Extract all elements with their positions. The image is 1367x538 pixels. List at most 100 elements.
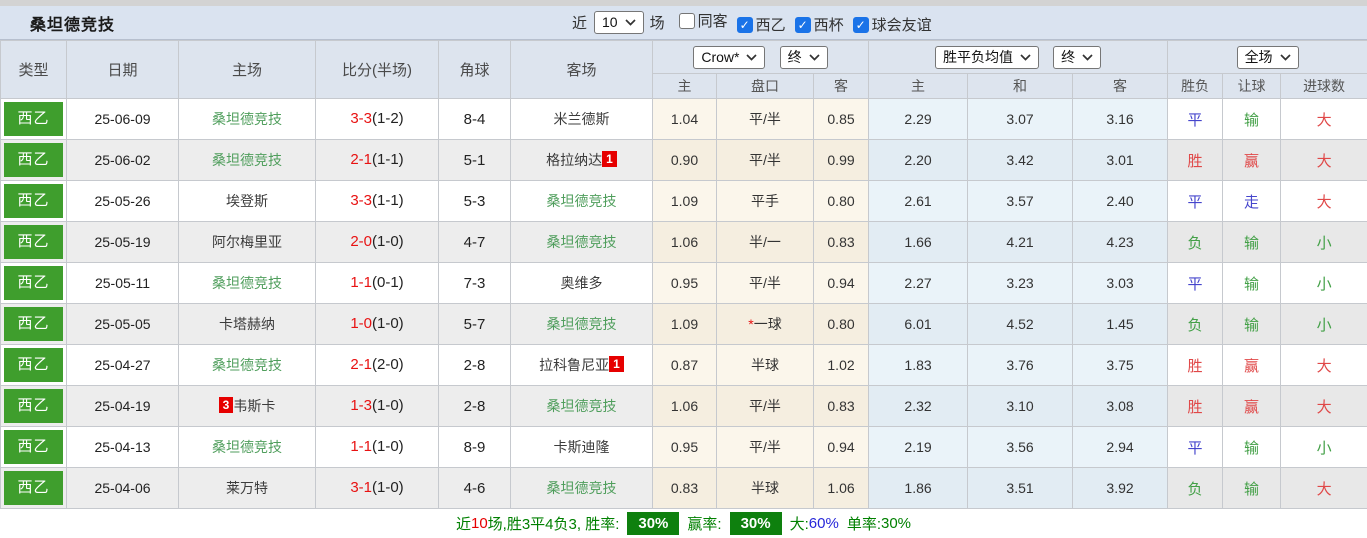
halftime-score: (1-0): [372, 438, 404, 455]
league-cell: 西乙: [0, 467, 67, 509]
home-team-name[interactable]: 莱万特: [226, 480, 268, 496]
recent-count-select[interactable]: 10: [594, 11, 644, 34]
halftime-score: (1-0): [372, 479, 404, 496]
recent-label: 近: [572, 15, 588, 32]
home-team-name[interactable]: 卡塔赫纳: [219, 316, 275, 332]
date-cell: 25-04-27: [66, 344, 179, 386]
matches-label: 场: [649, 15, 665, 32]
odds-away-cell: 0.99: [812, 139, 870, 181]
league-badge: 西乙: [4, 348, 63, 382]
filter-checkbox-同客[interactable]: 同客: [678, 10, 728, 31]
avg-draw-cell: 3.56: [967, 426, 1074, 468]
odds-company-group-header: Crow* 终: [651, 40, 870, 74]
handicap-cell: 平/半: [716, 139, 814, 181]
handicap-value: 平/半: [749, 275, 781, 291]
page-title: 桑坦德竞技: [30, 16, 116, 34]
away-team-name[interactable]: 拉科鲁尼亚: [539, 357, 609, 373]
halftime-score: (1-0): [372, 233, 404, 250]
col-header-type: 类型: [0, 40, 67, 99]
odds-company-value: Crow*: [701, 48, 740, 65]
league-badge: 西乙: [4, 430, 63, 464]
score-cell: 3-3(1-1): [315, 180, 439, 222]
league-badge: 西乙: [4, 143, 63, 177]
avg-away-cell: 3.92: [1072, 467, 1169, 509]
odds-company-state-select[interactable]: 终: [779, 45, 828, 69]
handicap-cell: 半球: [716, 344, 814, 386]
league-cell: 西乙: [0, 303, 67, 345]
handicap-value: 半/一: [749, 234, 781, 250]
home-team-cell: 埃登斯: [178, 180, 316, 222]
avg-draw-cell: 3.07: [967, 98, 1074, 140]
avg-odds-state-select[interactable]: 终: [1053, 45, 1102, 69]
halftime-score: (1-1): [372, 151, 404, 168]
away-team-cell: 桑坦德竞技: [510, 303, 653, 345]
handicap-result-cell: 赢: [1222, 385, 1282, 427]
home-team-name[interactable]: 韦斯卡: [233, 398, 275, 414]
away-team-name[interactable]: 桑坦德竞技: [547, 193, 617, 209]
away-team-name[interactable]: 桑坦德竞技: [547, 480, 617, 496]
away-team-name[interactable]: 奥维多: [561, 275, 603, 291]
subheader-avg-away: 客: [1072, 73, 1169, 99]
league-badge: 西乙: [4, 389, 63, 423]
summary-stats-text: 场,胜3平4负3, 胜率:: [487, 516, 620, 533]
subheader-odds-away: 客: [812, 73, 870, 99]
away-team-name[interactable]: 桑坦德竞技: [547, 398, 617, 414]
date-cell: 25-04-19: [66, 385, 179, 427]
home-team-name[interactable]: 阿尔梅里亚: [212, 234, 282, 250]
odds-home-cell: 1.06: [652, 221, 717, 263]
league-cell: 西乙: [0, 344, 67, 386]
table-row: 西乙 25-06-02 桑坦德竞技 2-1(1-1) 5-1 格拉纳达 1 0.90 平/半 0.…: [0, 139, 1367, 181]
profit-rate-label: 赢率:: [687, 516, 722, 533]
avg-draw-cell: 3.23: [967, 262, 1074, 304]
league-cell: 西乙: [0, 426, 67, 468]
away-team-name[interactable]: 桑坦德竞技: [547, 316, 617, 332]
home-team-name[interactable]: 桑坦德竞技: [212, 357, 282, 373]
halftime-score: (2-0): [372, 356, 404, 373]
away-team-name[interactable]: 桑坦德竞技: [547, 234, 617, 250]
halftime-score: (1-2): [372, 110, 404, 127]
handicap-result-cell: 赢: [1222, 344, 1282, 386]
home-team-name[interactable]: 埃登斯: [226, 193, 268, 209]
handicap-value: 半球: [751, 480, 779, 496]
home-team-name[interactable]: 桑坦德竞技: [212, 275, 282, 291]
home-team-cell: 桑坦德竞技: [178, 139, 316, 181]
away-team-name[interactable]: 卡斯迪隆: [554, 439, 610, 455]
handicap-value: 平/半: [749, 398, 781, 414]
fulltime-score: 1-0: [350, 315, 372, 332]
avg-odds-select[interactable]: 胜平负均值: [934, 45, 1039, 69]
filter-checkbox-西乙[interactable]: ✓ 西乙: [736, 14, 786, 35]
odds-away-cell: 0.80: [812, 303, 870, 345]
handicap-result-cell: 输: [1222, 303, 1282, 345]
away-team-name[interactable]: 米兰德斯: [554, 111, 610, 127]
outcome-cell: 负: [1167, 303, 1224, 345]
home-team-name[interactable]: 桑坦德竞技: [212, 439, 282, 455]
handicap-value: 平/半: [749, 152, 781, 168]
score-cell: 3-1(1-0): [315, 467, 439, 509]
odds-home-cell: 0.95: [652, 426, 717, 468]
handicap-value: 一球: [753, 316, 782, 332]
away-team-name[interactable]: 格拉纳达: [546, 152, 602, 168]
outcome-cell: 平: [1167, 98, 1224, 140]
checkbox-checked-icon: ✓: [736, 16, 753, 33]
table-row: 西乙 25-04-19 3 韦斯卡 1-3(1-0) 2-8 桑坦德竞技 1.06 平/半 0.8…: [0, 385, 1367, 427]
avg-draw-cell: 3.10: [967, 385, 1074, 427]
league-badge: 西乙: [4, 307, 63, 341]
score-cell: 2-1(2-0): [315, 344, 439, 386]
subheader-avg-home: 主: [868, 73, 969, 99]
odds-away-cell: 0.83: [812, 385, 870, 427]
home-team-name[interactable]: 桑坦德竞技: [212, 152, 282, 168]
avg-home-cell: 1.86: [868, 467, 969, 509]
corners-cell: 8-9: [438, 426, 511, 468]
filter-checkbox-球会友谊[interactable]: ✓ 球会友谊: [852, 14, 932, 35]
score-cell: 3-3(1-2): [315, 98, 439, 140]
goals-result-cell: 大: [1280, 139, 1367, 181]
outcome-cell: 胜: [1167, 385, 1224, 427]
avg-home-cell: 1.83: [868, 344, 969, 386]
filter-checkbox-西杯[interactable]: ✓ 西杯: [794, 14, 844, 35]
subheader-handicap: 盘口: [716, 73, 814, 99]
home-team-name[interactable]: 桑坦德竞技: [212, 111, 282, 127]
scope-select[interactable]: 全场: [1236, 45, 1299, 69]
recent-count-value: 10: [602, 14, 618, 30]
odds-company-select[interactable]: Crow*: [693, 45, 766, 69]
handicap-cell: 平/半: [716, 98, 814, 140]
